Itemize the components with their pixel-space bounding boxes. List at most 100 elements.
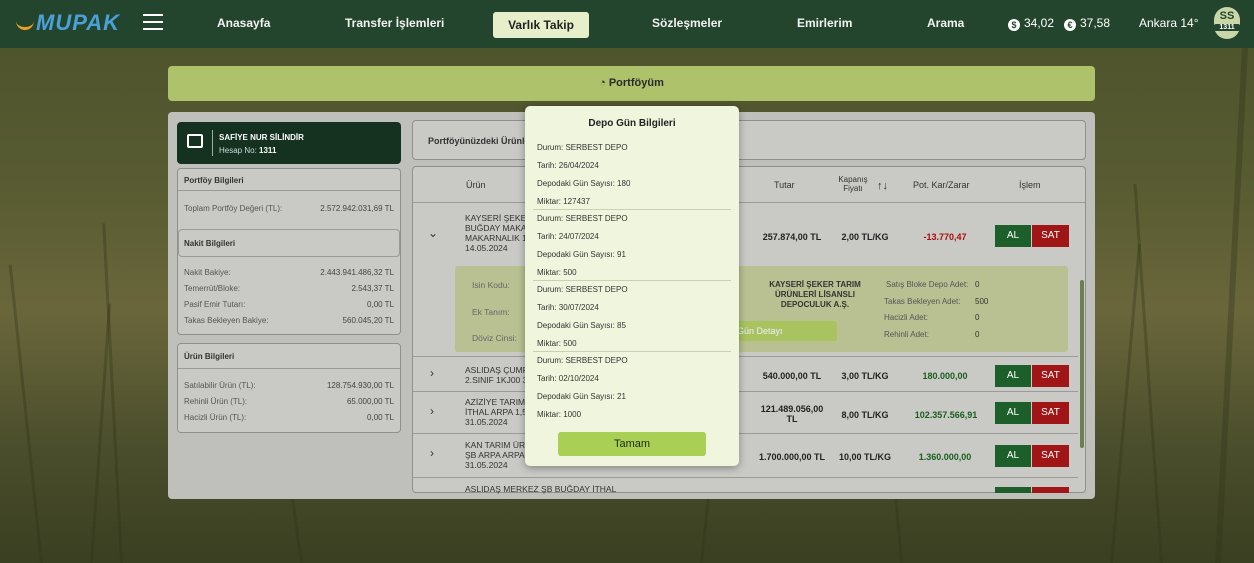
col-urun[interactable]: Ürün bbox=[466, 180, 486, 190]
satis-bloke-value: 0 bbox=[975, 280, 980, 289]
portfoy-bilgileri-title: Portföy Bilgileri bbox=[184, 176, 244, 185]
rehinli-adet-value: 0 bbox=[975, 330, 980, 339]
row1-product: KAYSERİ ŞEKER BUĞDAY MAKA MAKARNALIK 1 14.0… bbox=[465, 213, 533, 253]
entry2-durum: Durum: SERBEST DEPO bbox=[537, 214, 628, 223]
account-no: Hesap No: 1311 bbox=[219, 146, 277, 155]
row1-sat-button[interactable]: SAT bbox=[1032, 225, 1069, 247]
nav-sozlesmeler[interactable]: Sözleşmeler bbox=[652, 16, 722, 30]
entry2-miktar: Miktar: 500 bbox=[537, 268, 577, 277]
user-card: SAFİYE NUR SİLİNDİR Hesap No: 1311 bbox=[177, 122, 401, 164]
euro-icon: € bbox=[1064, 19, 1076, 31]
row4-tutar: 1.700.000,00 TL bbox=[758, 452, 826, 462]
entry1-tarih: Tarih: 26/04/2024 bbox=[537, 161, 599, 170]
row3-fiyat: 8,00 TL/KG bbox=[841, 410, 889, 420]
rehinli-label: Rehinli Ürün (TL): bbox=[184, 397, 248, 406]
row2-fiyat: 3,00 TL/KG bbox=[841, 371, 889, 381]
entry2-gun: Depodaki Gün Sayısı: 91 bbox=[537, 250, 626, 259]
row3-tutar: 121.489.056,00 TL bbox=[760, 404, 824, 424]
row1-fiyat: 2,00 TL/KG bbox=[841, 232, 889, 242]
toplam-portfoy-value: 2.572.942.031,69 TL bbox=[320, 204, 394, 213]
wallet-icon bbox=[187, 134, 203, 148]
portfolio-bar: ◔ Portföyüm bbox=[168, 66, 1095, 101]
avatar[interactable]: SS 1311 bbox=[1214, 7, 1240, 39]
entry1-gun: Depodaki Gün Sayısı: 180 bbox=[537, 179, 631, 188]
row4-al-button[interactable]: AL bbox=[995, 445, 1031, 467]
entry3-gun: Depodaki Gün Sayısı: 85 bbox=[537, 321, 626, 330]
menu-icon[interactable] bbox=[143, 14, 163, 30]
entry1-miktar: Miktar: 127437 bbox=[537, 197, 590, 206]
chevron-right-icon[interactable]: › bbox=[430, 446, 434, 460]
nav-emirlerim[interactable]: Emirlerim bbox=[797, 16, 852, 30]
modal-title: Depo Gün Bilgileri bbox=[588, 118, 676, 129]
row1-al-button[interactable]: AL bbox=[995, 225, 1031, 247]
temerrut-label: Temerrüt/Bloke: bbox=[184, 284, 241, 293]
row5-al-button[interactable] bbox=[995, 487, 1031, 493]
row3-product: AZİZİYE TARIM İTHAL ARPA 1,5 31.05.2024 bbox=[465, 397, 527, 427]
nakit-bilgileri-title: Nakit Bilgileri bbox=[184, 239, 236, 248]
rehinli-adet-label: Rehinli Adet: bbox=[884, 330, 929, 339]
nav-arama[interactable]: Arama bbox=[927, 16, 964, 30]
toplam-portfoy-label: Toplam Portföy Değeri (TL): bbox=[184, 204, 283, 213]
nav-transfer-islemleri[interactable]: Transfer İşlemleri bbox=[345, 16, 444, 30]
nav-anasayfa[interactable]: Anasayfa bbox=[217, 16, 270, 30]
entry3-miktar: Miktar: 500 bbox=[537, 339, 577, 348]
tamam-button[interactable]: Tamam bbox=[558, 432, 706, 456]
row5-sat-button[interactable] bbox=[1032, 487, 1069, 493]
row3-al-button[interactable]: AL bbox=[995, 402, 1031, 424]
row4-sat-button[interactable]: SAT bbox=[1032, 445, 1069, 467]
nakit-bakiye-value: 2.443.941.486,32 TL bbox=[320, 268, 394, 277]
row2-sat-button[interactable]: SAT bbox=[1032, 365, 1069, 387]
table-scrollbar[interactable] bbox=[1080, 280, 1084, 448]
nav-varlik-takip[interactable]: Varlık Takip bbox=[493, 12, 589, 38]
satilabilir-value: 128.754.930,00 TL bbox=[326, 381, 394, 390]
entry4-tarih: Tarih: 02/10/2024 bbox=[537, 374, 599, 383]
weather: Ankara 14° bbox=[1139, 16, 1199, 30]
sort-icon[interactable]: ↑↓ bbox=[877, 180, 888, 192]
user-name: SAFİYE NUR SİLİNDİR bbox=[219, 133, 304, 142]
urun-bilgileri-title: Ürün Bilgileri bbox=[184, 352, 235, 361]
row1-kar: -13.770,47 bbox=[923, 232, 967, 242]
entry2-tarih: Tarih: 24/07/2024 bbox=[537, 232, 599, 241]
takas-bekleyen-label: Takas Bekleyen Bakiye: bbox=[184, 316, 269, 325]
depo-company: KAYSERİ ŞEKER TARIM ÜRÜNLERİ LİSANSLI DEPO… bbox=[769, 280, 861, 309]
row4-product: KAN TARIM ÜR ŞB ARPA ARPA 31.05.2024 bbox=[465, 440, 526, 470]
logo[interactable]: MUPAK bbox=[16, 10, 120, 36]
hacizli-value: 0,00 TL bbox=[367, 413, 394, 422]
chevron-down-icon[interactable]: ⌄ bbox=[428, 226, 438, 240]
row2-tutar: 540.000,00 TL bbox=[762, 371, 822, 381]
row3-sat-button[interactable]: SAT bbox=[1032, 402, 1069, 424]
takas-adet-label: Takas Bekleyen Adet: bbox=[884, 297, 961, 306]
chevron-right-icon[interactable]: › bbox=[430, 404, 434, 418]
row3-kar: 102.357.566,91 bbox=[914, 410, 978, 420]
takas-adet-value: 500 bbox=[975, 297, 989, 306]
chevron-right-icon[interactable]: › bbox=[430, 366, 434, 380]
table-title: Portföyünüzdeki Ürünle bbox=[428, 136, 530, 146]
pasif-emir-value: 0,00 TL bbox=[367, 300, 394, 309]
isin-label: Isin Kodu: bbox=[472, 280, 510, 290]
entry4-durum: Durum: SERBEST DEPO bbox=[537, 356, 628, 365]
col-kapanis[interactable]: Kapanış Fiyatı bbox=[838, 175, 868, 193]
top-nav: MUPAK Anasayfa Transfer İşlemleri Varlık… bbox=[0, 0, 1254, 48]
col-islem: İşlem bbox=[1019, 180, 1041, 190]
row1-tutar: 257.874,00 TL bbox=[762, 232, 822, 242]
usd-rate: $34,02 bbox=[1008, 16, 1054, 31]
gun-detayi-button[interactable]: Gün Detayı bbox=[725, 321, 837, 341]
satis-bloke-label: Satış Bloke Depo Adet: bbox=[886, 280, 969, 289]
hacizli-adet-label: Hacizli Adet: bbox=[884, 313, 929, 322]
nakit-bakiye-label: Nakit Bakiye: bbox=[184, 268, 231, 277]
pasif-emir-label: Pasif Emir Tutarı: bbox=[184, 300, 246, 309]
col-kar-zarar[interactable]: Pot. Kar/Zarar bbox=[913, 180, 970, 190]
ek-tanim-label: Ek Tanım: bbox=[472, 307, 510, 317]
row2-kar: 180.000,00 bbox=[922, 371, 968, 381]
entry1-durum: Durum: SERBEST DEPO bbox=[537, 143, 628, 152]
entry4-miktar: Miktar: 1000 bbox=[537, 410, 582, 419]
dollar-icon: $ bbox=[1008, 19, 1020, 31]
col-tutar[interactable]: Tutar bbox=[774, 180, 795, 190]
hacizli-adet-value: 0 bbox=[975, 313, 980, 322]
row4-fiyat: 10,00 TL/KG bbox=[838, 452, 892, 462]
pie-chart-icon: ◔ bbox=[599, 77, 609, 89]
row4-kar: 1.360.000,00 bbox=[918, 452, 972, 462]
entry4-gun: Depodaki Gün Sayısı: 21 bbox=[537, 392, 626, 401]
row2-al-button[interactable]: AL bbox=[995, 365, 1031, 387]
temerrut-value: 2.543,37 TL bbox=[351, 284, 394, 293]
